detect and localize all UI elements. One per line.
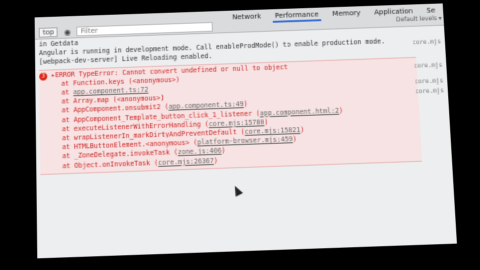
devtools-console-screen: Network Performance Memory Application S… bbox=[34, 3, 457, 259]
video-frame: Network Performance Memory Application S… bbox=[0, 0, 480, 270]
source-link[interactable]: core.mjs bbox=[414, 78, 443, 86]
filter-input[interactable]: Filter bbox=[76, 21, 214, 37]
source-link[interactable]: zone.js:406 bbox=[178, 147, 222, 157]
source-link[interactable]: core.mjs bbox=[414, 62, 443, 70]
source-link[interactable]: core.mjs:26367 bbox=[158, 157, 214, 167]
eye-icon[interactable]: ◉ bbox=[64, 27, 71, 36]
error-message: 3 ▸ERROR TypeError: Cannot convert undef… bbox=[39, 56, 422, 175]
source-link[interactable]: core.mjs bbox=[415, 87, 444, 95]
source-link[interactable]: core.mjs:15821 bbox=[245, 126, 301, 136]
source-link[interactable]: core.mjs:15780 bbox=[209, 118, 265, 128]
error-count-badge: 3 bbox=[39, 72, 48, 81]
source-link[interactable]: core.mjs bbox=[412, 38, 441, 46]
context-selector[interactable]: top bbox=[38, 27, 59, 38]
source-link[interactable]: app.component.html:2 bbox=[260, 106, 340, 117]
default-levels-dropdown[interactable]: Default levels ▾ bbox=[396, 15, 442, 23]
console-output: in Getdata Angular is running in develop… bbox=[39, 28, 427, 259]
